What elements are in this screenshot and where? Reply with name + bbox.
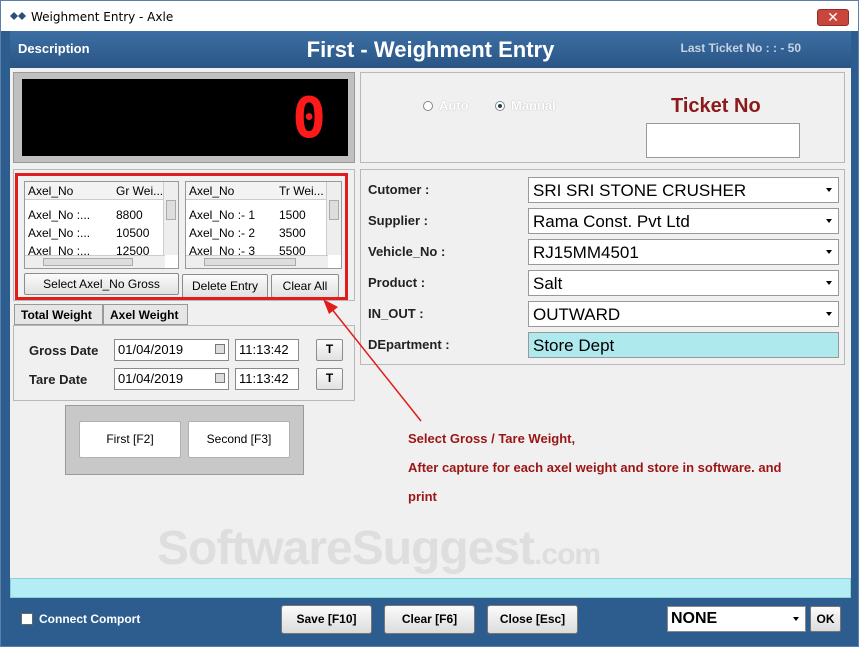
watermark-suffix: .com	[534, 538, 601, 571]
clear-button[interactable]: Clear [F6]	[384, 605, 475, 634]
main-window: Weighment Entry - Axle ✕ Description Fir…	[0, 0, 859, 647]
save-button[interactable]: Save [F10]	[281, 605, 372, 634]
watermark: SoftwareSuggest.com	[157, 521, 601, 576]
footer-bar: Connect Comport Save [F10] Clear [F6] Cl…	[10, 599, 851, 641]
comport-select[interactable]: NONE	[667, 606, 806, 632]
annotation-line-2: After capture for each axel weight and s…	[408, 460, 782, 475]
close-button[interactable]: Close [Esc]	[487, 605, 578, 634]
comport-value: NONE	[671, 610, 718, 627]
annotation-line-3: print	[408, 489, 437, 504]
watermark-main: SoftwareSuggest	[157, 522, 535, 575]
ok-button[interactable]: OK	[810, 606, 841, 632]
chevron-down-icon	[793, 617, 799, 621]
connect-comport-label: Connect Comport	[39, 612, 141, 626]
annotation-line-1: Select Gross / Tare Weight,	[408, 431, 576, 446]
status-strip	[10, 578, 851, 598]
connect-comport-checkbox[interactable]	[21, 613, 33, 625]
